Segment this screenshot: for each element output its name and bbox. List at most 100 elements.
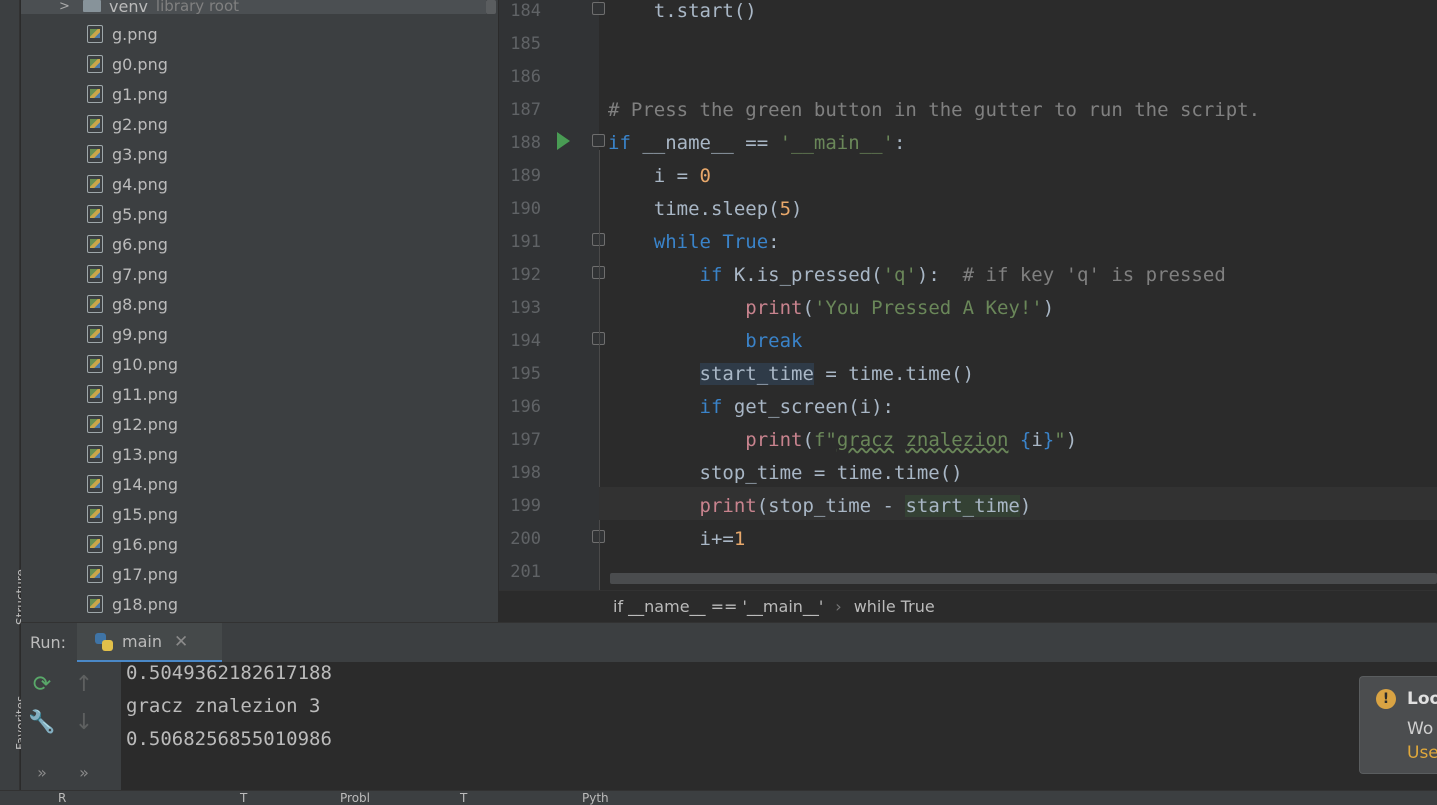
editor-horizontal-scrollbar[interactable] [610,573,1437,584]
arrow-down-icon[interactable]: ↓ [69,708,99,738]
code-line-187: # Press the green button in the gutter t… [608,99,1261,121]
tree-item-file[interactable]: g2.png [21,109,486,139]
image-file-icon [87,505,103,523]
line-number: 192 [510,265,541,285]
notification-body: Wo [1407,719,1434,739]
notification-link[interactable]: Use [1407,743,1437,763]
tree-item-file[interactable]: g15.png [21,499,486,529]
tree-item-file[interactable]: g12.png [21,409,486,439]
tree-item-label: g6.png [112,234,168,254]
notification-popup[interactable]: ! Loo Wo Use [1359,676,1437,774]
tree-item-label: g.png [112,24,158,44]
tree-item-file[interactable]: g0.png [21,49,486,79]
image-file-icon [87,235,103,253]
line-number: 185 [510,34,541,54]
run-toolbar: ⟳ ↑ 🔧 ↓ » » [21,662,121,790]
line-number: 184 [510,1,541,21]
python-icon [94,632,114,652]
run-tab-label: main [122,632,162,651]
arrow-up-icon[interactable]: ↑ [69,670,99,700]
tool-tab-todo[interactable]: T [240,791,247,805]
image-file-icon [87,175,103,193]
tree-item-file[interactable]: g18.png [21,589,486,619]
run-tool-header: Run: main ✕ [21,622,1437,663]
wrench-icon[interactable]: 🔧 [27,708,57,738]
tree-item-file[interactable]: g4.png [21,169,486,199]
fold-icon[interactable] [592,134,605,147]
image-file-icon [87,385,103,403]
run-console[interactable]: 0.5049362182617188 gracz znalezion 3 0.5… [121,662,1437,790]
tree-item-label: g14.png [112,474,179,494]
rerun-icon[interactable]: ⟳ [27,670,57,700]
tree-item-file[interactable]: g1.png [21,79,486,109]
image-file-icon [87,325,103,343]
structure-tab[interactable]: Structure [0,569,28,695]
info-icon: ! [1376,689,1396,709]
project-tree: > venv library root g.png g0.png g1.png g2.… [21,0,498,622]
line-number: 187 [510,100,541,120]
line-number: 193 [510,298,541,318]
tree-item-file[interactable]: g3.png [21,139,486,169]
tree-item-label: g2.png [112,114,168,134]
image-file-icon [87,85,103,103]
code-line-196: if get_screen(i): [699,396,894,418]
tree-item-file[interactable]: g7.png [21,259,486,289]
tree-item-file[interactable]: g5.png [21,199,486,229]
tree-item-file[interactable]: g11.png [21,379,486,409]
code-line-189: i = 0 [608,165,711,187]
breadcrumb-item-while[interactable]: while True [854,597,935,616]
image-file-icon [87,355,103,373]
tree-item-file[interactable]: g10.png [21,349,486,379]
tree-item-label: venv [109,0,148,16]
line-number: 197 [510,430,541,450]
image-file-icon [87,295,103,313]
tree-item-venv[interactable]: > venv library root [21,0,486,16]
run-tab-main[interactable]: main ✕ [77,623,222,663]
code-line-197: print(f"gracz znalezion {i}") [745,429,1078,451]
image-file-icon [87,565,103,583]
code-line-192: if K.is_pressed('q'): # if key 'q' is pr… [699,264,1226,286]
fold-guide [599,150,600,590]
code-line-193: print('You Pressed A Key!') [745,297,1055,319]
code-line-188: if __name__ == '__main__': [608,132,906,154]
image-file-icon [87,415,103,433]
run-label: Run: [30,633,67,652]
tree-item-file[interactable]: g17.png [21,559,486,589]
line-number: 194 [510,331,541,351]
tree-item-label: g11.png [112,384,179,404]
folder-icon [83,0,101,12]
tool-tab-problems[interactable]: Probl [340,791,370,805]
code-line-190: time.sleep(5) [608,198,803,220]
tree-item-file[interactable]: g.png [21,19,486,49]
breadcrumb-item-if-main[interactable]: if __name__ == '__main__' [613,597,823,616]
code-line-199: print(stop_time - start_time) [699,495,1032,517]
tree-item-file[interactable]: g13.png [21,439,486,469]
tree-item-file[interactable]: g9.png [21,319,486,349]
tool-tab-python[interactable]: Pyth [582,791,609,805]
line-number: 195 [510,364,541,384]
close-icon[interactable]: ✕ [174,632,188,652]
line-number: 198 [510,463,541,483]
tool-tab-run[interactable]: R [58,791,66,805]
fold-icon[interactable] [592,2,605,15]
tool-tab-terminal[interactable]: T [460,791,467,805]
more-icon[interactable]: » [27,758,57,788]
tree-item-file[interactable]: g8.png [21,289,486,319]
chevron-right-icon[interactable]: > [59,0,71,14]
library-root-note: library root [155,0,240,15]
tree-item-label: g4.png [112,174,168,194]
code-editor[interactable]: 184 185 186 187 188 189 190 191 192 193 194 195 196 1… [499,0,1437,590]
line-number: 190 [510,199,541,219]
tree-item-label: g15.png [112,504,179,524]
tree-item-label: g18.png [112,594,179,614]
run-gutter-icon[interactable] [557,132,570,150]
tree-item-file[interactable]: g16.png [21,529,486,559]
breadcrumb-separator: › [835,597,842,616]
code-line-200: i+=1 [608,528,746,550]
tree-item-file[interactable]: g6.png [21,229,486,259]
project-scrollbar[interactable] [486,0,496,14]
more-icon[interactable]: » [69,758,99,788]
code-line-195: start_time = time.time() [699,363,975,385]
tree-item-file[interactable]: g14.png [21,469,486,499]
line-number: 200 [510,529,541,549]
